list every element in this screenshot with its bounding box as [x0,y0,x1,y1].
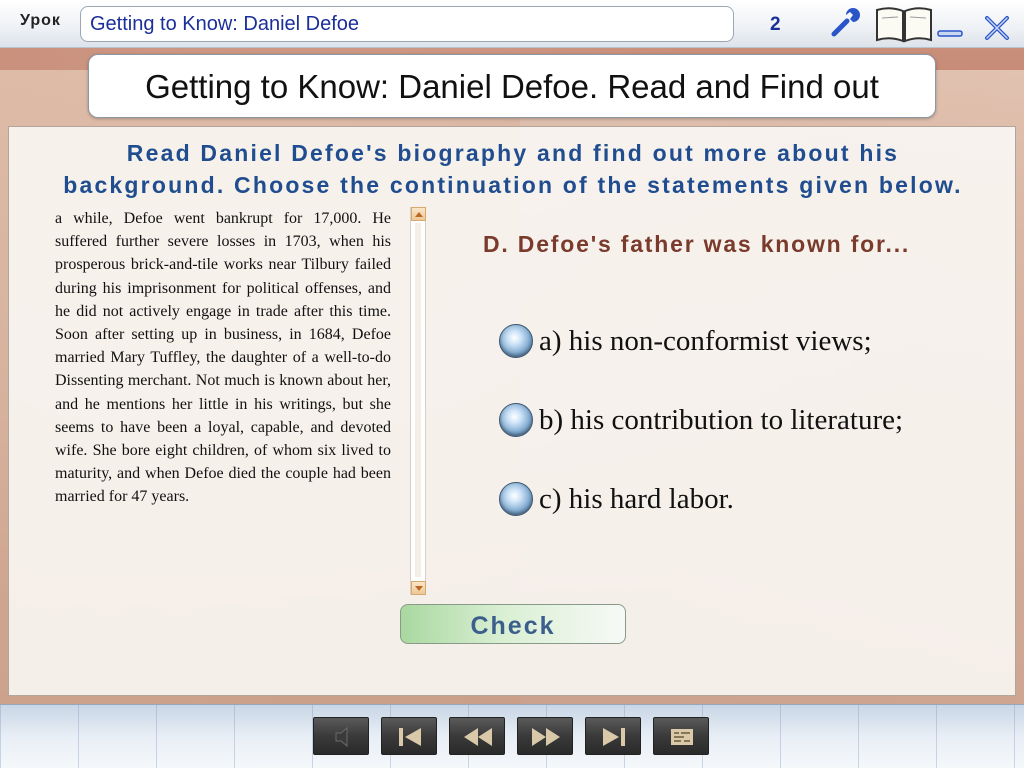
lesson-label: Урок [20,12,61,29]
wrench-icon[interactable] [828,6,862,40]
arrow-up-icon [415,212,423,217]
next-icon [532,728,560,746]
top-bar: Урок Getting to Know: Daniel Defoe 2 [0,0,1024,48]
radio-button-b[interactable] [499,403,533,437]
map-icon [671,729,693,745]
close-icon[interactable] [983,14,1011,42]
scroll-up-button[interactable] [411,207,426,221]
radio-button-c[interactable] [499,482,533,516]
page-title: Getting to Know: Daniel Defoe. Read and … [88,54,936,118]
instructions-line-2: background. Choose the continuation of t… [63,172,963,198]
check-button[interactable]: Check [400,604,626,644]
biography-text: a while, Defoe went bankrupt for 17,000.… [55,210,391,506]
last-page-button[interactable] [585,717,641,755]
book-icon[interactable] [874,4,934,44]
lesson-title-field[interactable]: Getting to Know: Daniel Defoe [80,6,734,42]
instructions-line-1: Read Daniel Defoe's biography and find o… [126,140,900,166]
instructions: Read Daniel Defoe's biography and find o… [9,137,1017,201]
next-button[interactable] [517,717,573,755]
bottom-navigation-bar [0,704,1024,768]
radio-button-a[interactable] [499,324,533,358]
page-number: 2 [770,14,781,35]
previous-button[interactable] [449,717,505,755]
previous-icon [464,728,492,746]
answer-option-label: a) his non-conformist views; [539,324,872,357]
first-page-icon [399,728,421,746]
last-page-icon [603,728,625,746]
first-page-button[interactable] [381,717,437,755]
answer-option-a[interactable]: a) his non-conformist views; [499,322,872,360]
sound-icon [335,726,348,748]
scroll-down-button[interactable] [411,581,426,595]
biography-scrollbar[interactable] [410,207,426,595]
scroll-track[interactable] [415,223,421,577]
map-button[interactable] [653,717,709,755]
arrow-down-icon [415,586,423,591]
answer-option-b[interactable]: b) his contribution to literature; [499,401,903,439]
answer-option-label: b) his contribution to literature; [539,403,904,436]
content-panel: Read Daniel Defoe's biography and find o… [8,126,1016,696]
answer-option-c[interactable]: c) his hard labor. [499,480,734,518]
sound-button[interactable] [313,717,369,755]
question-text: D. Defoe's father was known for... [483,231,911,257]
minimize-icon[interactable] [936,28,964,40]
answer-option-label: c) his hard labor. [539,482,734,515]
